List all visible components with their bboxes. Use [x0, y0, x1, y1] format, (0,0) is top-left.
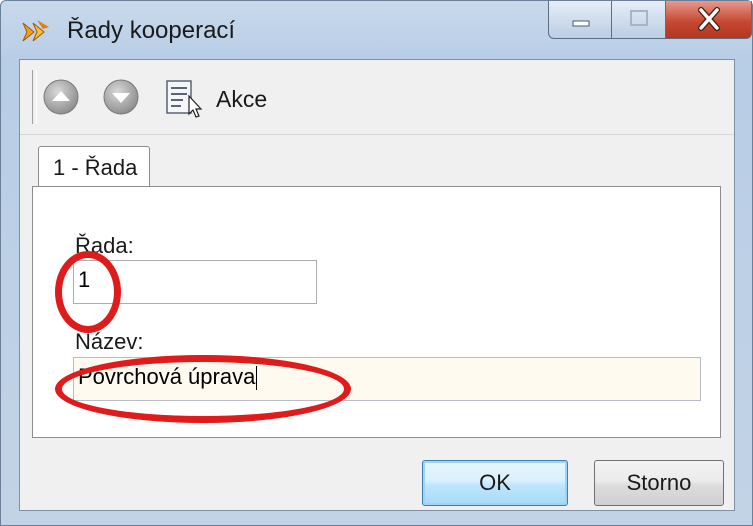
maximize-icon [630, 10, 648, 26]
nazev-value: Povrchová úprava [78, 364, 256, 389]
actions-menu-label[interactable]: Akce [216, 86, 267, 113]
maximize-button[interactable] [612, 1, 666, 39]
arrow-down-icon [103, 79, 139, 115]
rada-value: 1 [78, 267, 91, 292]
tab-rada[interactable]: 1 - Řada [38, 146, 150, 188]
rada-field[interactable]: 1 [73, 260, 317, 304]
ok-button[interactable]: OK [422, 460, 568, 506]
window-title: Řady kooperací [67, 17, 236, 44]
cancel-button[interactable]: Storno [594, 460, 724, 506]
nazev-field[interactable]: Povrchová úprava [73, 357, 701, 401]
close-icon [698, 7, 720, 31]
arrows-app-icon [21, 17, 51, 47]
minimize-button[interactable] [548, 1, 612, 39]
document-cursor-icon[interactable] [163, 78, 207, 118]
title-bar[interactable]: Řady kooperací [1, 1, 752, 59]
dialog-window: Řady kooperací Akce 1 - Řada Řada: 1 Náz… [0, 0, 753, 526]
tab-panel: Řada: 1 Název: Povrchová úprava [32, 186, 721, 438]
dialog-client-area: Akce 1 - Řada Řada: 1 Název: Povrchová ú… [19, 59, 735, 511]
rada-label: Řada: [75, 233, 134, 258]
close-button[interactable] [666, 1, 752, 39]
nazev-label: Název: [75, 329, 144, 354]
tab-label: 1 - Řada [53, 155, 138, 180]
move-down-button[interactable] [102, 78, 140, 116]
move-up-button[interactable] [42, 78, 80, 116]
arrow-up-icon [43, 79, 79, 115]
toolbar: Akce [20, 60, 734, 135]
toolbar-grip[interactable] [32, 70, 37, 124]
minimize-icon [572, 20, 590, 27]
text-caret [256, 366, 258, 391]
